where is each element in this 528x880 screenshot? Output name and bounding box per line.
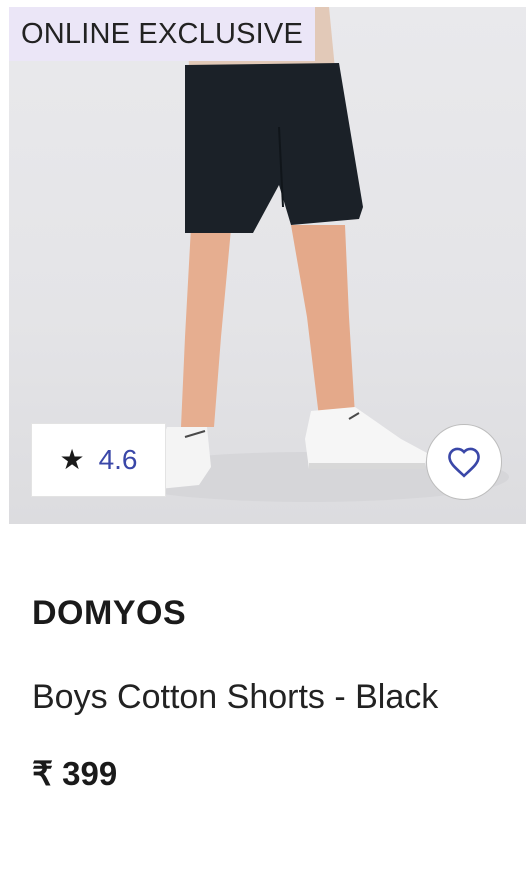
product-title[interactable]: Boys Cotton Shorts - Black [32, 678, 438, 717]
product-price: ₹ 399 [32, 755, 118, 792]
product-brand: DOMYOS [32, 594, 187, 632]
rating-badge: ★ 4.6 [31, 423, 166, 497]
rating-value: 4.6 [98, 444, 138, 475]
heart-icon [448, 447, 480, 478]
online-exclusive-badge: ONLINE EXCLUSIVE [9, 7, 316, 61]
product-card[interactable]: ONLINE EXCLUSIVE ★ 4.6 DOMYOS Boys Cotto… [0, 0, 528, 880]
star-icon: ★ [59, 444, 85, 475]
badge-label: ONLINE EXCLUSIVE [21, 17, 304, 50]
wishlist-button[interactable] [426, 424, 502, 500]
